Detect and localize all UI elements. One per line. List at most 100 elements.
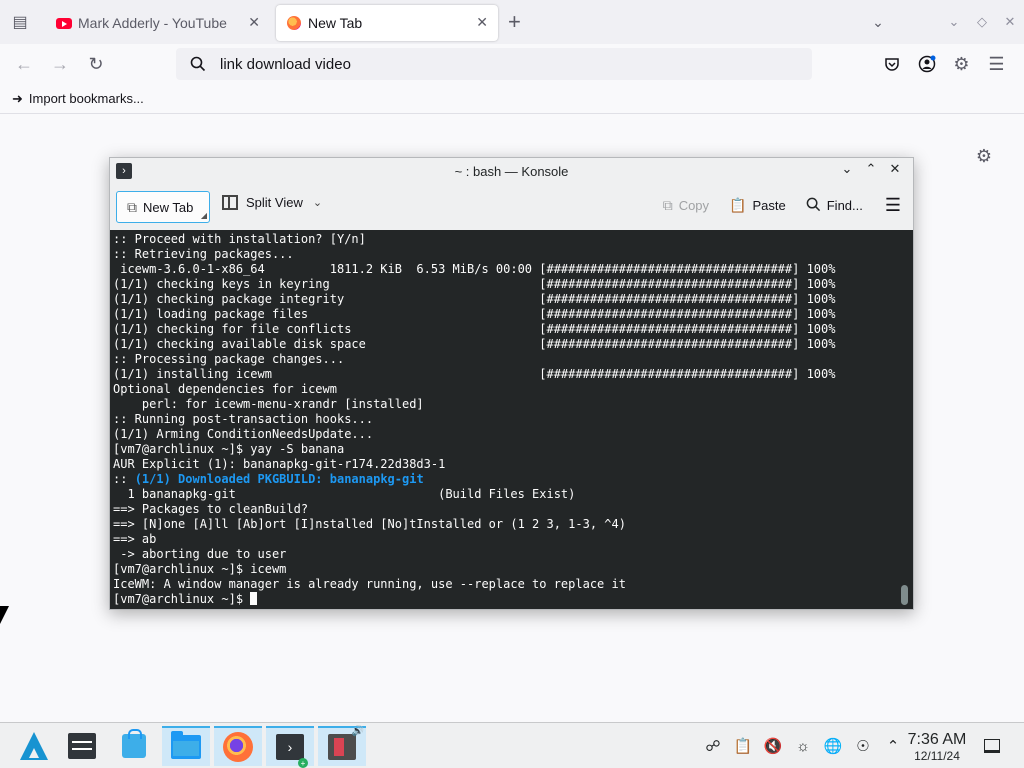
app-menu-icon[interactable]: ☰: [979, 48, 1014, 80]
hamburger-menu-icon[interactable]: ☰: [885, 195, 901, 216]
konsole-icon: › +: [276, 734, 308, 768]
firefox-task[interactable]: [214, 726, 262, 766]
konsole-task[interactable]: › +: [266, 726, 314, 768]
terminal-line: (1/1) Arming ConditionNeedsUpdate...: [113, 427, 374, 441]
terminal-line-prefix: ::: [113, 472, 135, 486]
terminal-output[interactable]: :: Proceed with installation? [Y/n]:: Re…: [110, 230, 913, 609]
reload-icon[interactable]: ↻: [78, 48, 114, 80]
terminal-line: (1/1) checking for file conflicts [#####…: [113, 322, 836, 336]
copy-label: Copy: [678, 198, 710, 213]
folder-icon: [171, 731, 201, 759]
search-icon: [176, 56, 220, 72]
new-tab-plus-icon[interactable]: +: [508, 9, 521, 35]
brightness-icon[interactable]: ☼: [788, 738, 818, 755]
terminal-prompt-line[interactable]: [vm7@archlinux ~]$: [113, 592, 913, 607]
back-arrow-icon[interactable]: ←: [6, 48, 42, 80]
paste-button[interactable]: 📋 Paste: [729, 197, 786, 214]
maximize-icon[interactable]: ⌃: [859, 161, 883, 177]
file-manager-task[interactable]: [162, 726, 210, 766]
terminal-line: [vm7@archlinux ~]$ yay -S banana: [113, 442, 345, 456]
terminal-line: :: (1/1) Downloaded PKGBUILD: bananapkg-…: [113, 472, 913, 487]
application-launcher-button[interactable]: [10, 726, 58, 766]
terminal-line: ==> ab: [113, 532, 157, 546]
firefox-icon: [223, 732, 253, 762]
list-all-tabs-chevron-icon[interactable]: ⌄: [858, 14, 898, 31]
close-window-icon[interactable]: ✕: [996, 14, 1024, 30]
mouse-pointer-icon: [0, 606, 9, 624]
system-settings-icon: [68, 733, 96, 759]
tab-list-icon[interactable]: ▤: [2, 6, 38, 38]
discover-task[interactable]: [110, 726, 158, 766]
close-icon[interactable]: ✕: [883, 161, 907, 177]
tab-title: Mark Adderly - YouTube: [78, 15, 227, 31]
url-bar[interactable]: link download video: [176, 48, 812, 80]
terminal-line: icewm-3.6.0-1-x86_64 1811.2 KiB 6.53 MiB…: [113, 262, 836, 276]
terminal-line: 1 bananapkg-git (Build Files Exist): [113, 487, 576, 501]
find-button[interactable]: Find...: [806, 197, 863, 215]
virtual-machine-task[interactable]: [318, 726, 366, 766]
volume-muted-icon[interactable]: 🔇: [758, 737, 788, 755]
add-badge-icon: +: [298, 758, 308, 768]
youtube-icon: [56, 15, 72, 31]
konsole-app-icon: ›: [116, 163, 132, 179]
terminal-line: ==> [N]one [A]ll [Ab]ort [I]nstalled [No…: [113, 517, 626, 531]
split-view-button[interactable]: Split View ⌄: [222, 195, 322, 210]
dropdown-arrow-icon: ◢: [200, 211, 207, 220]
new-tab-label: New Tab: [143, 199, 194, 215]
pocket-icon[interactable]: [874, 48, 909, 80]
digital-clock[interactable]: 7:36 AM 12/11/24: [900, 731, 974, 763]
new-tab-icon: ⧉: [127, 198, 137, 215]
new-tab-button[interactable]: ⧉ New Tab ◢: [116, 191, 210, 223]
split-view-icon: [222, 195, 238, 210]
search-icon: [806, 197, 821, 215]
url-text: link download video: [220, 55, 351, 73]
copy-button[interactable]: ⧉ Copy: [663, 197, 709, 214]
clock-date: 12/11/24: [914, 749, 960, 763]
import-bookmarks-link[interactable]: Import bookmarks...: [29, 91, 144, 106]
konsole-window: › ~ : bash — Konsole ⌄ ⌃ ✕ ⧉ New Tab ◢ S…: [109, 157, 914, 610]
firefox-icon: [286, 15, 302, 31]
terminal-line: -> aborting due to user: [113, 547, 287, 561]
system-settings-task[interactable]: [58, 726, 106, 766]
arch-linux-icon: [20, 732, 48, 760]
terminal-prompt: [vm7@archlinux ~]$: [113, 592, 251, 606]
terminal-line: IceWM: A window manager is already runni…: [113, 577, 626, 591]
copy-icon: ⧉: [662, 197, 673, 213]
network-icon[interactable]: 🌐: [818, 737, 848, 755]
terminal-line: (1/1) checking available disk space [###…: [113, 337, 836, 351]
minimize-icon[interactable]: ⌄: [835, 161, 859, 177]
account-icon[interactable]: [909, 48, 944, 80]
tab-title: New Tab: [308, 15, 363, 31]
terminal-line: [vm7@archlinux ~]$ icewm: [113, 562, 287, 576]
settings-gear-icon[interactable]: ⚙: [976, 146, 992, 167]
maximize-window-icon[interactable]: ◇: [968, 14, 996, 30]
konsole-title-bar[interactable]: › ~ : bash — Konsole ⌄ ⌃ ✕: [110, 158, 913, 185]
terminal-line: (1/1) loading package files [###########…: [113, 307, 836, 321]
clock-time: 7:36 AM: [907, 731, 967, 748]
scrollbar-handle[interactable]: [901, 585, 908, 605]
software-store-icon: [122, 729, 146, 758]
extensions-icon[interactable]: ⚙: [944, 48, 979, 80]
find-label: Find...: [826, 198, 863, 213]
system-tray: ☍ 📋 🔇 ☼ 🌐 ☉ ⌃: [698, 723, 908, 768]
minimize-window-icon[interactable]: ⌄: [940, 14, 968, 30]
network-share-icon[interactable]: ☍: [698, 737, 728, 755]
konsole-toolbar: ⧉ New Tab ◢ Split View ⌄ ⧉ Copy 📋 Paste …: [110, 185, 913, 229]
browser-tab-bar: ▤ Mark Adderly - YouTube ✕ New Tab ✕ + ⌄…: [0, 0, 1024, 44]
terminal-line: perl: for icewm-menu-xrandr [installed]: [113, 397, 424, 411]
taskbar: ›+ ☍ 📋 🔇 ☼ 🌐 ☉ ⌃ 7:36 AM 12/11/24: [0, 722, 1024, 768]
clipboard-icon[interactable]: 📋: [728, 737, 758, 755]
split-view-label: Split View: [246, 195, 303, 210]
tab-new-tab[interactable]: New Tab ✕: [276, 5, 498, 41]
power-icon[interactable]: ☉: [848, 737, 878, 755]
show-desktop-icon[interactable]: [984, 739, 1000, 753]
forward-arrow-icon[interactable]: →: [42, 48, 78, 80]
close-tab-icon[interactable]: ✕: [476, 14, 488, 31]
chevron-down-icon: ⌄: [312, 197, 323, 209]
terminal-line: :: Processing package changes...: [113, 352, 345, 366]
paste-icon: 📋: [729, 197, 747, 213]
terminal-line: (1/1) installing icewm [################…: [113, 367, 836, 381]
terminal-line: Optional dependencies for icewm: [113, 382, 337, 396]
close-tab-icon[interactable]: ✕: [248, 14, 260, 31]
tab-youtube[interactable]: Mark Adderly - YouTube ✕: [46, 5, 270, 41]
